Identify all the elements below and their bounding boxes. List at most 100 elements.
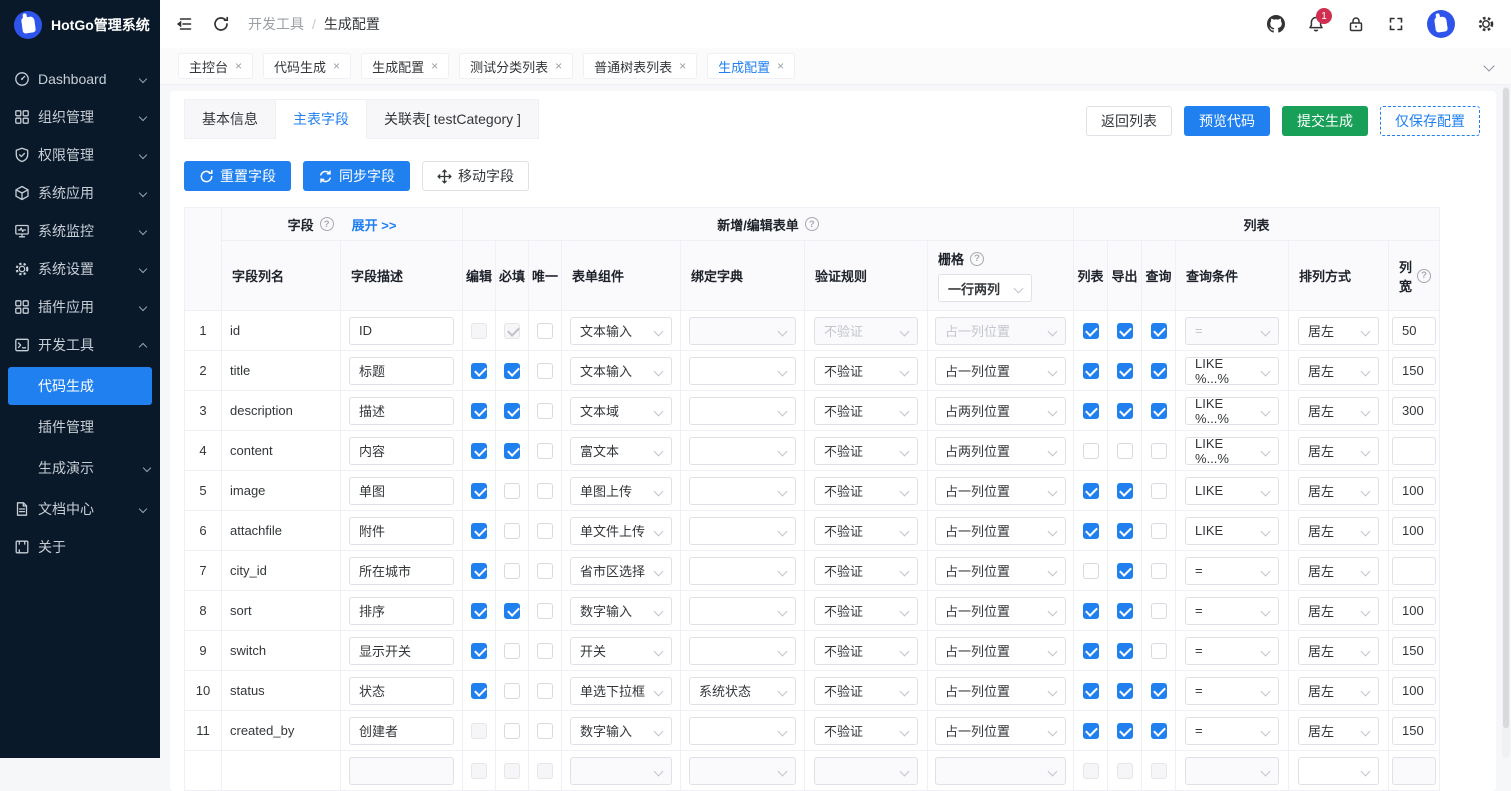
component-select[interactable]: 数字输入	[570, 597, 672, 625]
validate-select[interactable]: 不验证	[814, 397, 918, 425]
validate-select[interactable]: 不验证	[814, 557, 918, 585]
export-checkbox[interactable]	[1117, 483, 1133, 499]
column-width-input[interactable]	[1392, 597, 1436, 625]
unique-checkbox[interactable]	[537, 723, 553, 739]
field-desc-input[interactable]	[349, 477, 454, 505]
grid-select[interactable]: 占一列位置	[935, 517, 1066, 545]
component-select[interactable]: 文本输入	[570, 317, 672, 345]
list-checkbox[interactable]	[1083, 443, 1099, 459]
query-cond-select[interactable]: =	[1185, 677, 1279, 705]
query-cond-select[interactable]: LIKE %...%	[1185, 357, 1279, 385]
query-checkbox[interactable]	[1151, 363, 1167, 379]
dict-select[interactable]: 系统状态	[689, 677, 796, 705]
field-desc-input[interactable]	[349, 317, 454, 345]
list-checkbox[interactable]	[1083, 603, 1099, 619]
list-checkbox[interactable]	[1083, 363, 1099, 379]
grid-select[interactable]: 占一列位置	[935, 677, 1066, 705]
component-select[interactable]: 省市区选择	[570, 557, 672, 585]
required-checkbox[interactable]	[504, 363, 520, 379]
close-icon[interactable]: ×	[555, 59, 562, 73]
sidebar-item-1[interactable]: 组织管理	[0, 98, 160, 136]
submit-generate-button[interactable]: 提交生成	[1282, 106, 1368, 136]
column-width-input[interactable]	[1392, 637, 1436, 665]
align-select[interactable]: 居左	[1298, 477, 1379, 505]
unique-checkbox[interactable]	[537, 603, 553, 619]
column-width-input[interactable]	[1392, 517, 1436, 545]
subtab-1[interactable]: 主表字段	[276, 99, 367, 139]
edit-checkbox[interactable]	[471, 403, 487, 419]
move-fields-button[interactable]: 移动字段	[422, 161, 529, 191]
component-select[interactable]: 单图上传	[570, 477, 672, 505]
align-select[interactable]: 居左	[1298, 557, 1379, 585]
column-width-input[interactable]	[1392, 677, 1436, 705]
refresh-page-icon[interactable]	[212, 15, 230, 33]
required-checkbox[interactable]	[504, 643, 520, 659]
sidebar-item-5[interactable]: 系统设置	[0, 250, 160, 288]
align-select[interactable]: 居左	[1298, 637, 1379, 665]
export-checkbox[interactable]	[1117, 443, 1133, 459]
dict-select[interactable]	[689, 437, 796, 465]
close-icon[interactable]: ×	[333, 59, 340, 73]
sidebar-subitem-7-1[interactable]: 插件管理	[8, 408, 152, 446]
fullscreen-icon[interactable]	[1387, 15, 1405, 33]
export-checkbox[interactable]	[1117, 523, 1133, 539]
sidebar-item-6[interactable]: 插件应用	[0, 288, 160, 326]
align-select[interactable]: 居左	[1298, 437, 1379, 465]
edit-checkbox[interactable]	[471, 643, 487, 659]
align-select[interactable]: 居左	[1298, 397, 1379, 425]
field-desc-input[interactable]	[349, 357, 454, 385]
back-to-list-button[interactable]: 返回列表	[1086, 106, 1172, 136]
page-tab-1[interactable]: 代码生成×	[263, 53, 351, 79]
export-checkbox[interactable]	[1117, 643, 1133, 659]
column-width-input[interactable]	[1392, 557, 1436, 585]
component-select[interactable]: 文本域	[570, 397, 672, 425]
help-icon[interactable]: ?	[1417, 269, 1431, 283]
close-icon[interactable]: ×	[235, 59, 242, 73]
validate-select[interactable]: 不验证	[814, 717, 918, 745]
unique-checkbox[interactable]	[537, 563, 553, 579]
page-tab-4[interactable]: 普通树表列表×	[583, 53, 697, 79]
align-select[interactable]: 居左	[1298, 717, 1379, 745]
field-desc-input[interactable]	[349, 517, 454, 545]
field-desc-input[interactable]	[349, 397, 454, 425]
align-select[interactable]: 居左	[1298, 357, 1379, 385]
component-select[interactable]: 数字输入	[570, 717, 672, 745]
grid-select[interactable]: 占一列位置	[935, 357, 1066, 385]
github-icon[interactable]	[1267, 15, 1285, 33]
unique-checkbox[interactable]	[537, 403, 553, 419]
list-checkbox[interactable]	[1083, 563, 1099, 579]
sync-fields-button[interactable]: 同步字段	[303, 161, 410, 191]
align-select[interactable]: 居左	[1298, 677, 1379, 705]
column-width-input[interactable]	[1392, 317, 1436, 345]
query-checkbox[interactable]	[1151, 443, 1167, 459]
grid-select[interactable]: 占一列位置	[935, 597, 1066, 625]
notifications-bell-icon[interactable]: 1	[1307, 15, 1325, 33]
dict-select[interactable]	[689, 717, 796, 745]
query-checkbox[interactable]	[1151, 523, 1167, 539]
dict-select[interactable]	[689, 637, 796, 665]
dict-select[interactable]	[689, 517, 796, 545]
align-select[interactable]: 居左	[1298, 517, 1379, 545]
edit-checkbox[interactable]	[471, 563, 487, 579]
component-select[interactable]: 富文本	[570, 437, 672, 465]
query-checkbox[interactable]	[1151, 683, 1167, 699]
breadcrumb-parent[interactable]: 开发工具	[248, 14, 304, 34]
required-checkbox[interactable]	[504, 563, 520, 579]
unique-checkbox[interactable]	[537, 523, 553, 539]
export-checkbox[interactable]	[1117, 363, 1133, 379]
help-icon[interactable]: ?	[970, 252, 984, 266]
help-icon[interactable]: ?	[805, 217, 819, 231]
help-icon[interactable]: ?	[320, 217, 334, 231]
scrollbar-thumb[interactable]	[1503, 88, 1509, 728]
grid-select[interactable]: 占一列位置	[935, 477, 1066, 505]
query-checkbox[interactable]	[1151, 643, 1167, 659]
unique-checkbox[interactable]	[537, 643, 553, 659]
align-select[interactable]: 居左	[1298, 317, 1379, 345]
query-checkbox[interactable]	[1151, 483, 1167, 499]
query-cond-select[interactable]: LIKE %...%	[1185, 437, 1279, 465]
settings-gear-icon[interactable]	[1477, 15, 1495, 33]
unique-checkbox[interactable]	[537, 363, 553, 379]
unique-checkbox[interactable]	[537, 323, 553, 339]
component-select[interactable]: 单选下拉框	[570, 677, 672, 705]
sidebar-item-4[interactable]: 系统监控	[0, 212, 160, 250]
